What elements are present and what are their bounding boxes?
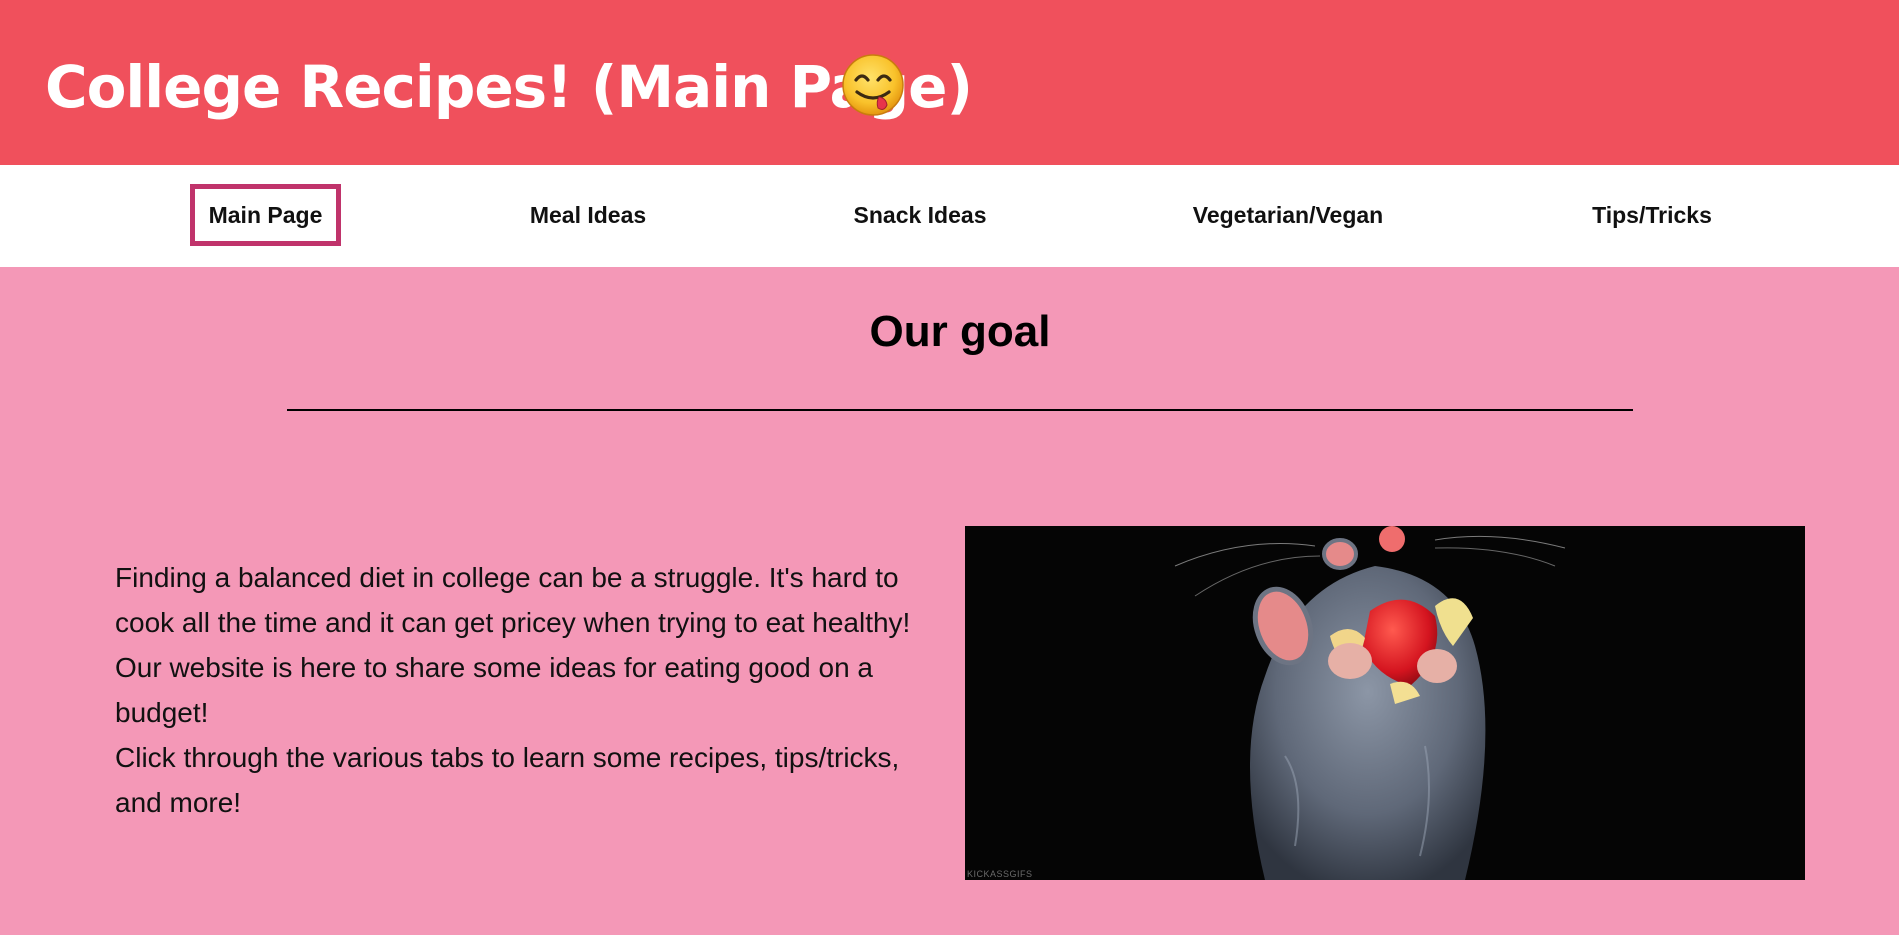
nav-tab-tips-tricks[interactable]: Tips/Tricks <box>1570 184 1734 246</box>
nav-tab-label: Tips/Tricks <box>1592 201 1712 228</box>
main-content: Our goal Finding a balanced diet in coll… <box>0 267 1899 935</box>
intro-paragraph: Click through the various tabs to learn … <box>115 742 900 818</box>
nav-tab-meal-ideas[interactable]: Meal Ideas <box>500 184 676 246</box>
main-nav: Main Page Meal Ideas Snack Ideas Vegetar… <box>0 165 1899 267</box>
section-heading: Our goal <box>869 307 1051 356</box>
nav-tab-label: Snack Ideas <box>853 201 987 228</box>
nav-tab-vegetarian-vegan[interactable]: Vegetarian/Vegan <box>1170 184 1406 246</box>
nav-tab-label: Meal Ideas <box>529 201 647 228</box>
site-header: College Recipes! (Main Page) <box>0 0 1899 165</box>
rat-eating-strawberry-gif: KICKASSGIFS <box>965 526 1805 880</box>
nav-tab-snack-ideas[interactable]: Snack Ideas <box>830 184 1010 246</box>
face-savoring-food-icon <box>842 54 904 116</box>
page-title: College Recipes! (Main Page) <box>45 53 973 121</box>
heading-divider <box>287 409 1633 411</box>
intro-paragraph: Finding a balanced diet in college can b… <box>115 562 911 728</box>
nav-tab-main-page[interactable]: Main Page <box>190 184 341 246</box>
nav-tab-label: Vegetarian/Vegan <box>1192 201 1384 228</box>
gif-watermark: KICKASSGIFS <box>967 869 1033 879</box>
rat-illustration <box>965 526 1805 880</box>
intro-text: Finding a balanced diet in college can b… <box>115 555 935 825</box>
nav-tab-label: Main Page <box>208 201 323 228</box>
